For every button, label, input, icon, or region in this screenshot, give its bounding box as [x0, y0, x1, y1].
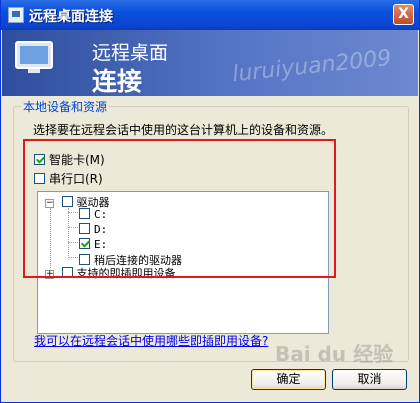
- cancel-button[interactable]: 取消: [332, 369, 407, 390]
- serial-port-checkbox[interactable]: [34, 173, 45, 184]
- tree-item-pnp-devices[interactable]: + 支持的即插即用设备: [45, 265, 176, 281]
- monitor-icon: [15, 41, 53, 73]
- later-drives-checkbox[interactable]: [79, 254, 90, 265]
- serial-port-option[interactable]: 串行口(R): [34, 170, 103, 187]
- tree-item-drive-c[interactable]: C:: [79, 208, 107, 221]
- smartcard-checkbox[interactable]: [34, 154, 45, 165]
- smartcard-label: 智能卡(M): [49, 153, 105, 167]
- tree-item-drive-e[interactable]: E:: [79, 238, 107, 251]
- tree-connector: [68, 212, 78, 213]
- tree-connector: [68, 242, 78, 243]
- banner-title-line2: 连接: [92, 67, 143, 96]
- group-description: 选择要在远程会话中使用的这台计算机上的设备和资源。: [33, 123, 334, 137]
- drive-e-checkbox[interactable]: [79, 238, 90, 249]
- drive-c-checkbox[interactable]: [79, 208, 90, 219]
- remote-desktop-icon: [8, 7, 24, 23]
- dialog-window: 远程桌面连接 X 远程桌面 连接 luruiyuan2009 本地设备和资源 选…: [0, 0, 420, 403]
- banner-title-line1: 远程桌面: [92, 42, 169, 64]
- smartcard-option[interactable]: 智能卡(M): [34, 151, 105, 168]
- drive-c-label: C:: [94, 208, 108, 221]
- device-tree[interactable]: − 驱动器 C: D: E: 稍后连接的驱动器 + 支持的即插即用设备: [37, 191, 329, 334]
- tree-connector: [68, 227, 78, 228]
- tree-connector: [50, 208, 51, 268]
- drive-d-checkbox[interactable]: [79, 223, 90, 234]
- drives-checkbox[interactable]: [61, 196, 73, 207]
- tree-connector: [68, 257, 78, 258]
- tree-connector: [68, 208, 69, 260]
- pnp-help-link[interactable]: 我可以在远程会话中使用哪些即插即用设备?: [34, 332, 268, 349]
- serial-port-label: 串行口(R): [49, 172, 103, 186]
- ok-button[interactable]: 确定: [251, 369, 326, 390]
- expand-icon[interactable]: +: [45, 270, 54, 279]
- title-bar[interactable]: 远程桌面连接 X: [1, 0, 419, 30]
- group-title: 本地设备和资源: [21, 98, 110, 115]
- baidu-watermark: Bai du 经验: [275, 342, 394, 366]
- close-button[interactable]: X: [393, 4, 414, 25]
- banner-watermark: luruiyuan2009: [231, 45, 393, 88]
- drive-e-label: E:: [94, 238, 108, 251]
- pnp-checkbox[interactable]: [61, 267, 73, 278]
- window-title: 远程桌面连接: [29, 9, 113, 25]
- tree-item-drive-d[interactable]: D:: [79, 223, 107, 236]
- drive-d-label: D:: [94, 223, 108, 236]
- pnp-label: 支持的即插即用设备: [76, 267, 176, 280]
- header-banner: 远程桌面 连接 luruiyuan2009: [2, 30, 418, 96]
- collapse-icon[interactable]: −: [45, 199, 54, 208]
